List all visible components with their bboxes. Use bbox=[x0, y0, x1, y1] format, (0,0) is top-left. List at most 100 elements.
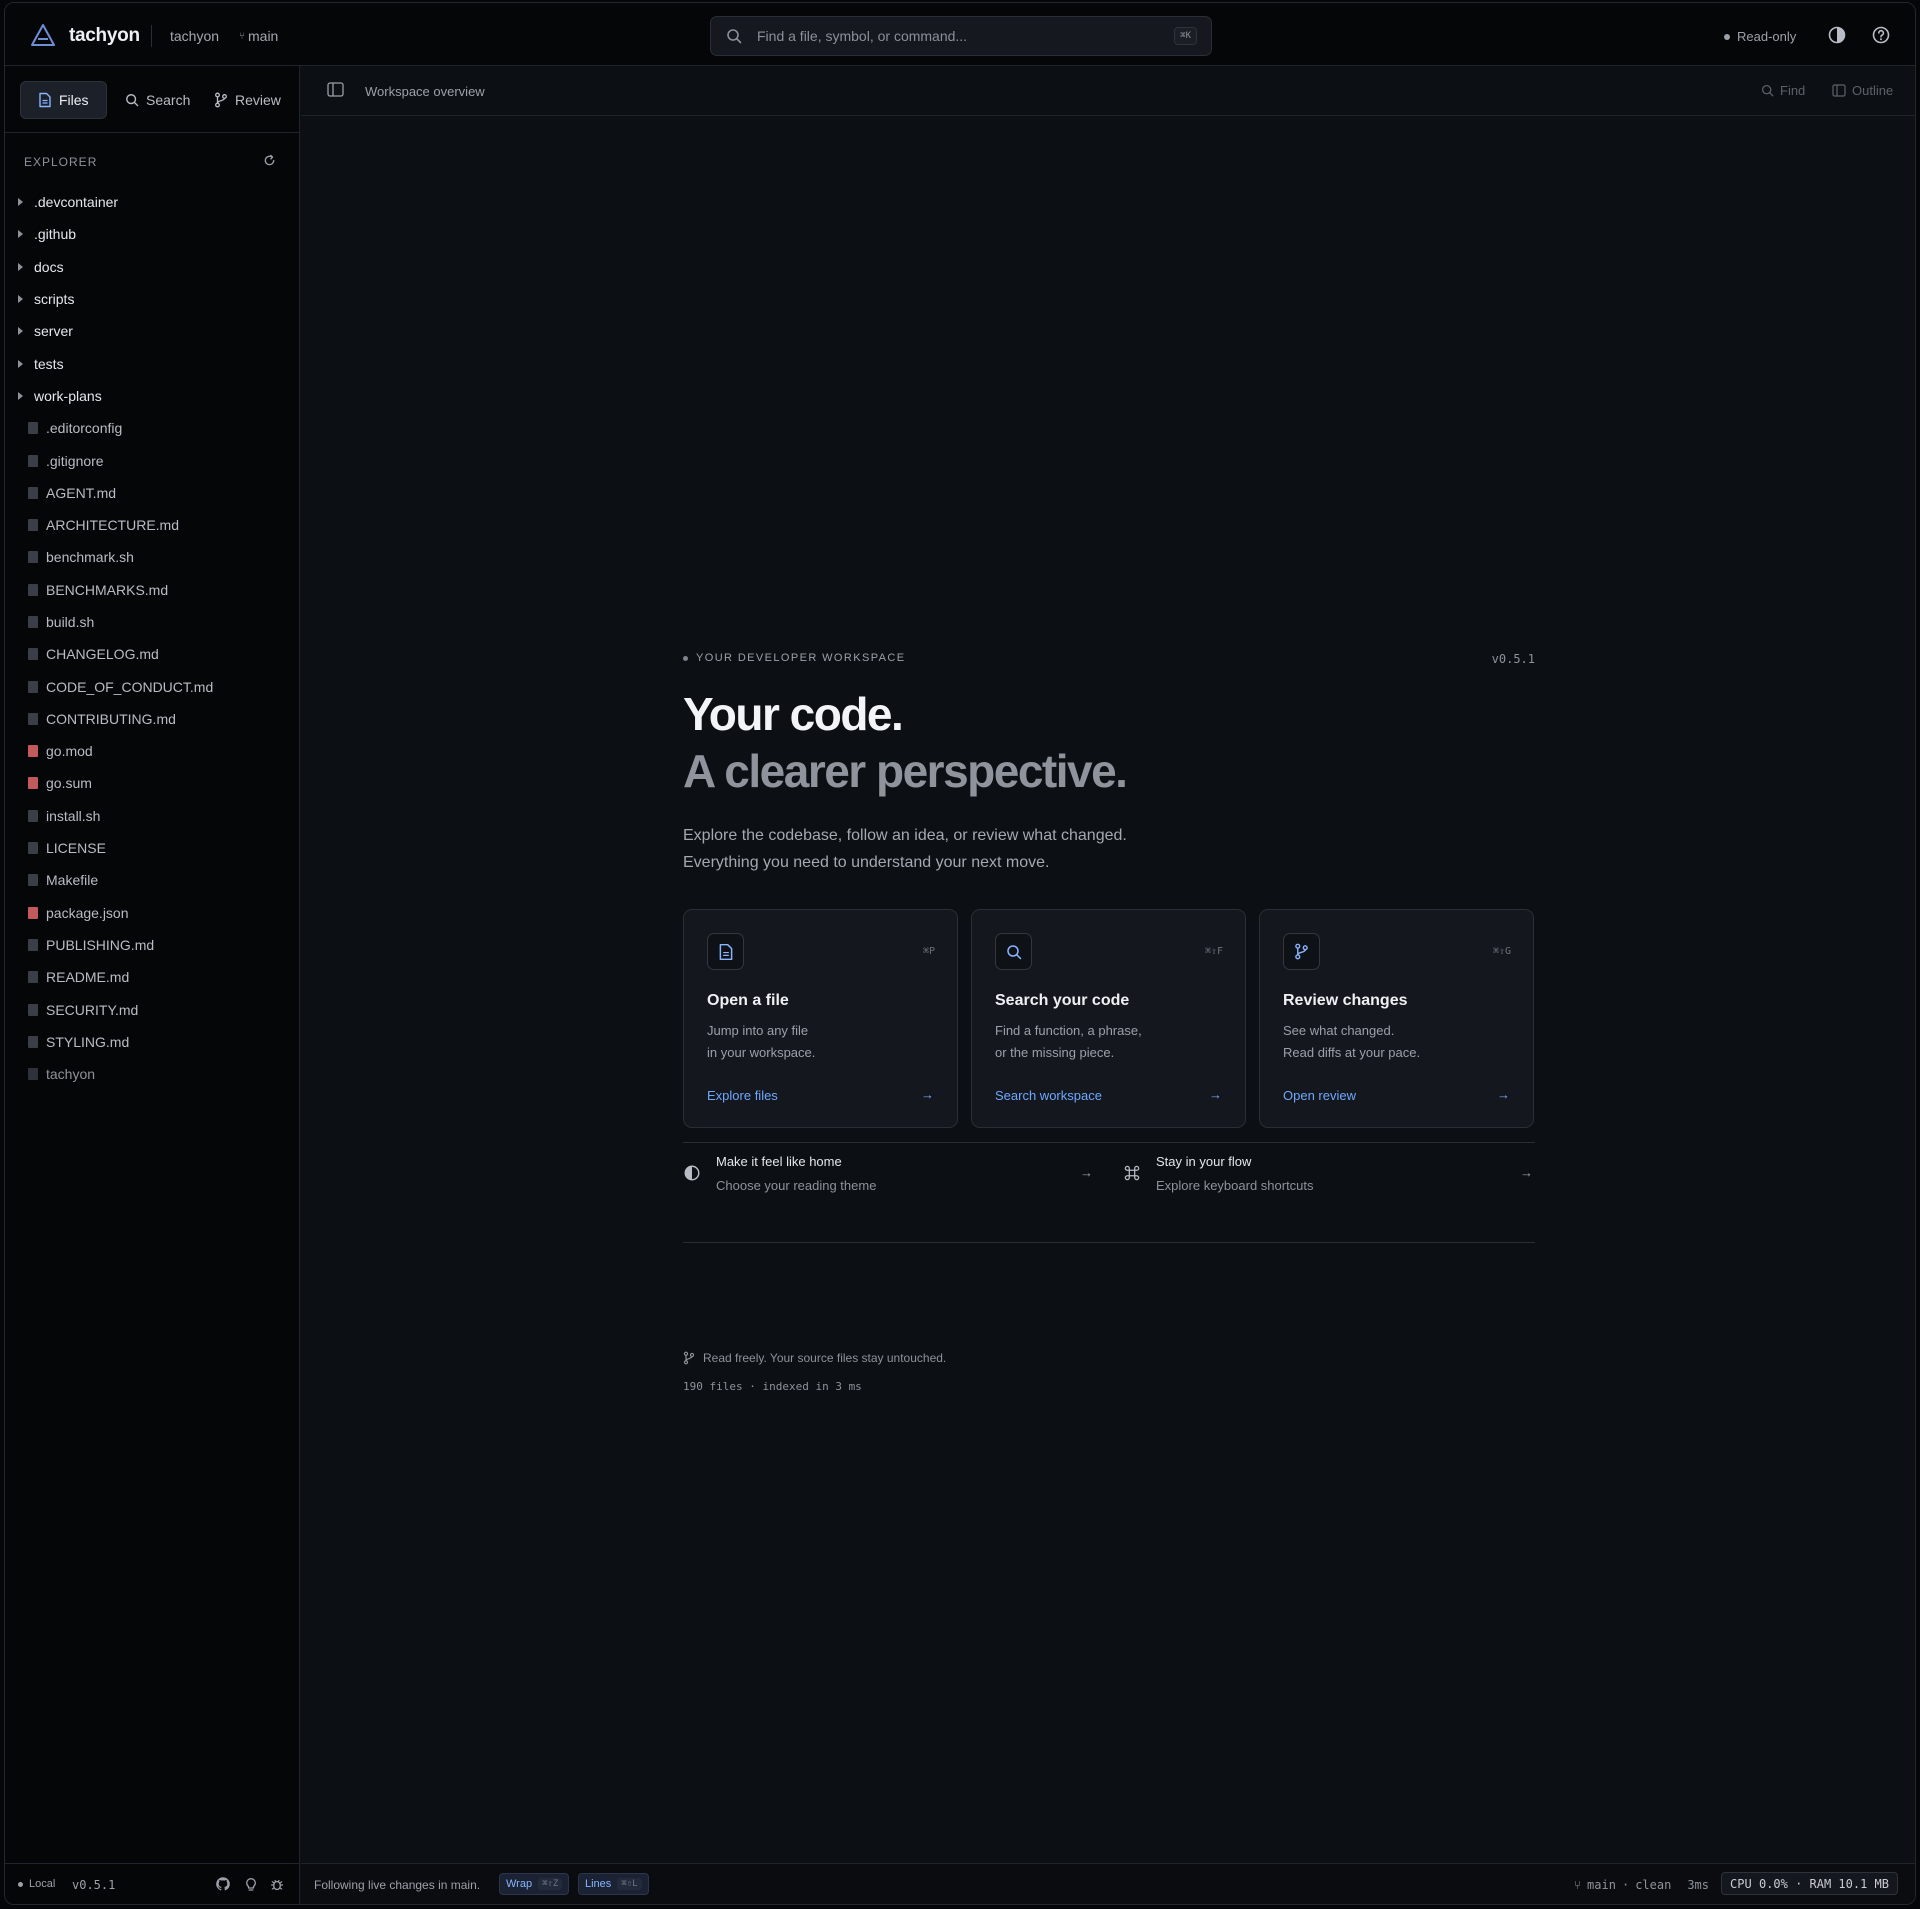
contrast-icon[interactable] bbox=[1827, 25, 1847, 45]
sidebar-toggle-icon[interactable] bbox=[327, 82, 344, 97]
tree-file[interactable]: README.md bbox=[5, 961, 300, 993]
file-name: benchmark.sh bbox=[46, 549, 134, 566]
tree-file[interactable]: Makefile bbox=[5, 864, 300, 896]
open-review-link[interactable]: Open review bbox=[1283, 1088, 1356, 1103]
file-icon bbox=[719, 943, 732, 960]
folder-name: .github bbox=[34, 226, 77, 243]
file-icon bbox=[28, 971, 38, 984]
tree-folder[interactable]: work-plans bbox=[5, 380, 300, 412]
tree-file[interactable]: install.sh bbox=[5, 800, 300, 832]
file-icon bbox=[39, 92, 51, 108]
chevron-right-icon bbox=[18, 262, 23, 271]
wrap-toggle[interactable]: Wrap ⌘⇧Z bbox=[499, 1873, 570, 1895]
file-name: install.sh bbox=[46, 807, 101, 824]
file-icon bbox=[28, 583, 38, 596]
card-description: Find a function, a phrase, bbox=[995, 1023, 1142, 1038]
tree-file[interactable]: PUBLISHING.md bbox=[5, 929, 300, 961]
project-name[interactable]: tachyon bbox=[170, 28, 219, 44]
find-button[interactable]: Find bbox=[1761, 83, 1805, 98]
file-name: LICENSE bbox=[46, 840, 106, 857]
search-workspace-link[interactable]: Search workspace bbox=[995, 1088, 1102, 1103]
theme-preference-row[interactable]: Make it feel like home Choose your readi… bbox=[683, 1152, 1093, 1212]
file-name: STYLING.md bbox=[46, 1033, 130, 1050]
explorer-title: EXPLORER bbox=[24, 155, 98, 169]
tree-file[interactable]: benchmark.sh bbox=[5, 541, 300, 573]
git-status: ⑂ main · clean 3ms bbox=[1574, 1878, 1709, 1892]
tree-file[interactable]: CONTRIBUTING.md bbox=[5, 703, 300, 735]
divider bbox=[151, 25, 152, 47]
chevron-right-icon bbox=[18, 295, 23, 304]
tree-file[interactable]: ARCHITECTURE.md bbox=[5, 509, 300, 541]
status-latency: 3ms bbox=[1687, 1878, 1709, 1892]
tree-file[interactable]: LICENSE bbox=[5, 832, 300, 864]
tab-search[interactable]: Search bbox=[115, 81, 200, 119]
arrow-right-icon: → bbox=[1520, 1165, 1533, 1180]
search-code-card[interactable]: ⌘⇧F Search your code Find a function, a … bbox=[971, 909, 1246, 1128]
help-icon[interactable] bbox=[1871, 25, 1891, 45]
review-changes-card[interactable]: ⌘⇧G Review changes See what changed. Rea… bbox=[1259, 909, 1534, 1128]
tree-file[interactable]: .gitignore bbox=[5, 444, 300, 476]
tab-review[interactable]: Review bbox=[204, 81, 291, 119]
readonly-label: Read-only bbox=[1737, 29, 1797, 44]
main-toolbar: Workspace overview Find Outline bbox=[301, 66, 1915, 116]
tree-folder[interactable]: scripts bbox=[5, 283, 300, 315]
tree-folder[interactable]: docs bbox=[5, 251, 300, 283]
tab-files-label: Files bbox=[59, 92, 89, 108]
pref-title: Make it feel like home bbox=[716, 1154, 842, 1169]
arrow-right-icon: → bbox=[1209, 1087, 1222, 1102]
tachyon-logo-icon[interactable] bbox=[30, 23, 56, 47]
file-name: package.json bbox=[46, 904, 129, 921]
tree-file[interactable]: BENCHMARKS.md bbox=[5, 574, 300, 606]
file-name: CODE_OF_CONDUCT.md bbox=[46, 678, 214, 695]
chevron-right-icon bbox=[18, 198, 23, 207]
file-icon bbox=[28, 712, 38, 725]
tree-file[interactable]: CHANGELOG.md bbox=[5, 638, 300, 670]
tree-folder[interactable]: .devcontainer bbox=[5, 186, 300, 218]
tree-file[interactable]: go.sum bbox=[5, 767, 300, 799]
chevron-right-icon bbox=[18, 359, 23, 368]
card-title: Open a file bbox=[707, 992, 789, 1009]
file-icon bbox=[28, 809, 38, 822]
tree-folder[interactable]: .github bbox=[5, 218, 300, 250]
tree-folder[interactable]: server bbox=[5, 315, 300, 347]
tree-file[interactable]: SECURITY.md bbox=[5, 993, 300, 1025]
file-icon bbox=[28, 874, 38, 887]
lightbulb-icon[interactable] bbox=[243, 1876, 259, 1892]
tree-file[interactable]: CODE_OF_CONDUCT.md bbox=[5, 670, 300, 702]
branch-selector[interactable]: ⑂ main bbox=[239, 28, 278, 44]
open-file-card[interactable]: ⌘P Open a file Jump into any file in you… bbox=[683, 909, 958, 1128]
readonly-note: Read freely. Your source files stay unto… bbox=[683, 1351, 946, 1365]
shortcuts-preference-row[interactable]: Stay in your flow Explore keyboard short… bbox=[1123, 1152, 1533, 1212]
lines-label: Lines bbox=[585, 1878, 612, 1890]
tree-folder[interactable]: tests bbox=[5, 347, 300, 379]
file-icon bbox=[28, 842, 38, 855]
status-git-state: clean bbox=[1635, 1878, 1672, 1892]
card-icon-box bbox=[1283, 933, 1320, 970]
breadcrumb: Workspace overview bbox=[365, 84, 485, 99]
explore-files-link[interactable]: Explore files bbox=[707, 1088, 778, 1103]
tab-files[interactable]: Files bbox=[20, 81, 107, 119]
version-label: v0.5.1 bbox=[72, 1878, 116, 1892]
tree-file[interactable]: tachyon bbox=[5, 1058, 300, 1090]
refresh-icon[interactable] bbox=[263, 154, 276, 167]
card-shortcut: ⌘⇧F bbox=[1204, 946, 1223, 957]
divider bbox=[683, 1142, 1535, 1143]
tree-file[interactable]: .editorconfig bbox=[5, 412, 300, 444]
follow-status: Following live changes in main. bbox=[314, 1878, 481, 1892]
tree-file[interactable]: build.sh bbox=[5, 606, 300, 638]
github-icon[interactable] bbox=[215, 1876, 231, 1892]
tree-file[interactable]: package.json bbox=[5, 897, 300, 929]
tree-file[interactable]: STYLING.md bbox=[5, 1026, 300, 1058]
lead-text: Everything you need to understand your n… bbox=[683, 854, 1050, 871]
bug-icon[interactable] bbox=[269, 1876, 285, 1892]
find-label: Find bbox=[1780, 83, 1806, 98]
wrap-shortcut: ⌘⇧Z bbox=[538, 1878, 563, 1890]
folder-name: tests bbox=[34, 355, 64, 372]
tree-file[interactable]: AGENT.md bbox=[5, 477, 300, 509]
command-search[interactable]: Find a file, symbol, or command... ⌘K bbox=[710, 16, 1212, 56]
eyebrow: YOUR DEVELOPER WORKSPACE bbox=[683, 652, 905, 664]
lines-toggle[interactable]: Lines ⌘⇧L bbox=[578, 1873, 649, 1895]
outline-button[interactable]: Outline bbox=[1832, 83, 1893, 98]
file-icon bbox=[28, 519, 38, 532]
tree-file[interactable]: go.mod bbox=[5, 735, 300, 767]
